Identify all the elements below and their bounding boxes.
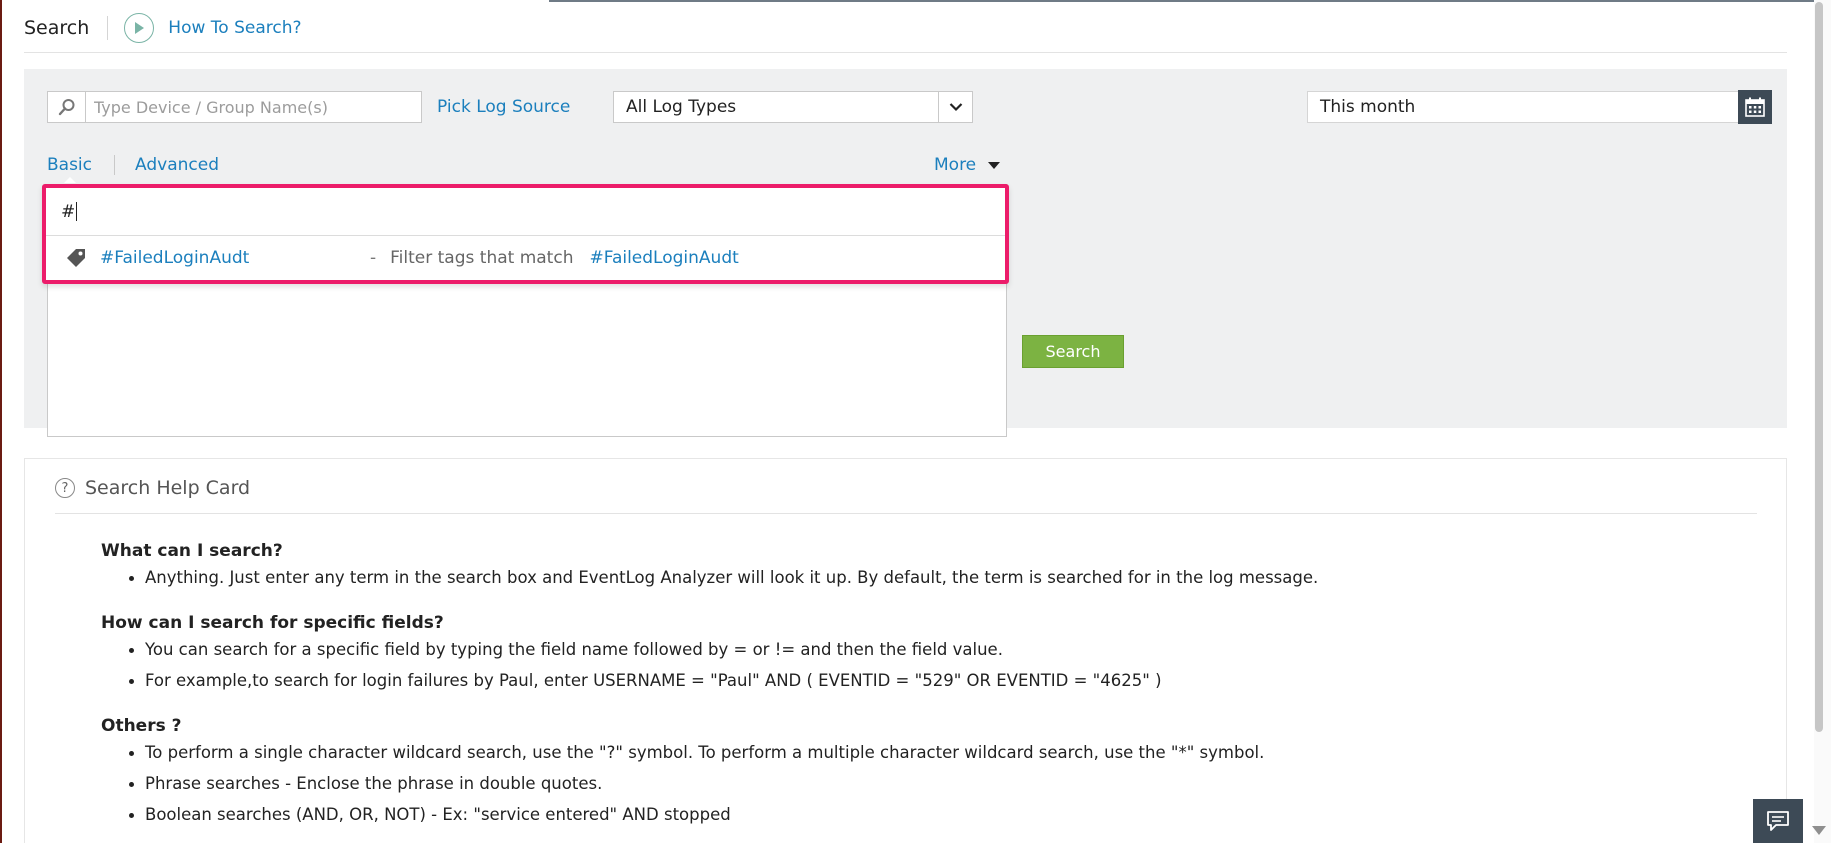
header-divider [107, 16, 109, 40]
tag-icon [56, 247, 96, 269]
how-to-search-link[interactable]: How To Search? [168, 18, 301, 38]
help-list: Anything. Just enter any term in the sea… [101, 568, 1721, 587]
help-body: What can I search? Anything. Just enter … [101, 541, 1721, 843]
autocomplete-suggestion[interactable]: #FailedLoginAudt - Filter tags that matc… [46, 236, 1005, 280]
help-question: How can I search for specific fields? [101, 613, 444, 633]
text-cursor [76, 202, 78, 221]
query-input[interactable]: # [46, 188, 1005, 236]
query-text: # [61, 201, 76, 222]
scroll-down-arrow-icon[interactable] [1812, 826, 1826, 835]
help-item: Phrase searches - Enclose the phrase in … [101, 774, 1721, 793]
search-icon [48, 92, 86, 122]
more-label: More [934, 155, 977, 175]
chat-icon[interactable] [1753, 799, 1803, 843]
help-item: Anything. Just enter any term in the sea… [101, 568, 1721, 587]
help-list: To perform a single character wildcard s… [101, 743, 1721, 824]
search-help-card: ? Search Help Card What can I search? An… [24, 458, 1787, 843]
log-type-select[interactable]: All Log Types [613, 91, 973, 123]
log-type-value: All Log Types [626, 97, 737, 117]
suggestion-match: #FailedLoginAudt [589, 248, 739, 268]
more-dropdown[interactable]: More [934, 155, 1001, 175]
top-tab-strip [549, 0, 1814, 2]
chevron-down-icon[interactable] [938, 92, 972, 122]
header-divider-line [24, 52, 1787, 53]
help-item: For example,to search for login failures… [101, 671, 1721, 690]
page-header: Search How To Search? [24, 12, 302, 44]
device-search-field [47, 91, 422, 123]
search-button[interactable]: Search [1022, 335, 1124, 368]
play-icon[interactable] [124, 13, 155, 43]
help-item: You can search for a specific field by t… [101, 640, 1721, 659]
tab-basic[interactable]: Basic [47, 155, 92, 175]
date-range-field[interactable]: This month [1307, 91, 1755, 123]
caret-down-icon [988, 161, 1001, 169]
window-left-edge [0, 0, 2, 843]
help-icon: ? [55, 478, 75, 498]
tab-divider [114, 155, 116, 175]
tab-advanced[interactable]: Advanced [135, 155, 219, 175]
suggestion-dash: - [370, 248, 377, 268]
pick-log-source-link[interactable]: Pick Log Source [437, 97, 570, 117]
help-item: Boolean searches (AND, OR, NOT) - Ex: "s… [101, 805, 1721, 824]
scrollbar-thumb[interactable] [1815, 2, 1823, 732]
device-group-input[interactable] [86, 97, 406, 117]
help-card-title: Search Help Card [85, 477, 251, 499]
help-divider [55, 513, 1757, 514]
calendar-icon[interactable] [1738, 90, 1772, 124]
query-autocomplete-highlight: # #FailedLoginAudt - Filter tags that ma… [42, 184, 1009, 284]
active-tab-caret [64, 177, 76, 183]
help-question: Others ? [101, 716, 182, 736]
help-item: To perform a single character wildcard s… [101, 743, 1721, 762]
date-range-value: This month [1320, 97, 1416, 117]
suggestion-description: Filter tags that match [390, 248, 574, 268]
help-question: What can I search? [101, 541, 283, 561]
help-list: You can search for a specific field by t… [101, 640, 1721, 690]
search-mode-tabs: Basic Advanced [47, 155, 219, 175]
suggestion-tag: #FailedLoginAudt [100, 248, 250, 268]
page-title: Search [24, 17, 90, 39]
help-card-header: ? Search Help Card [55, 477, 250, 499]
